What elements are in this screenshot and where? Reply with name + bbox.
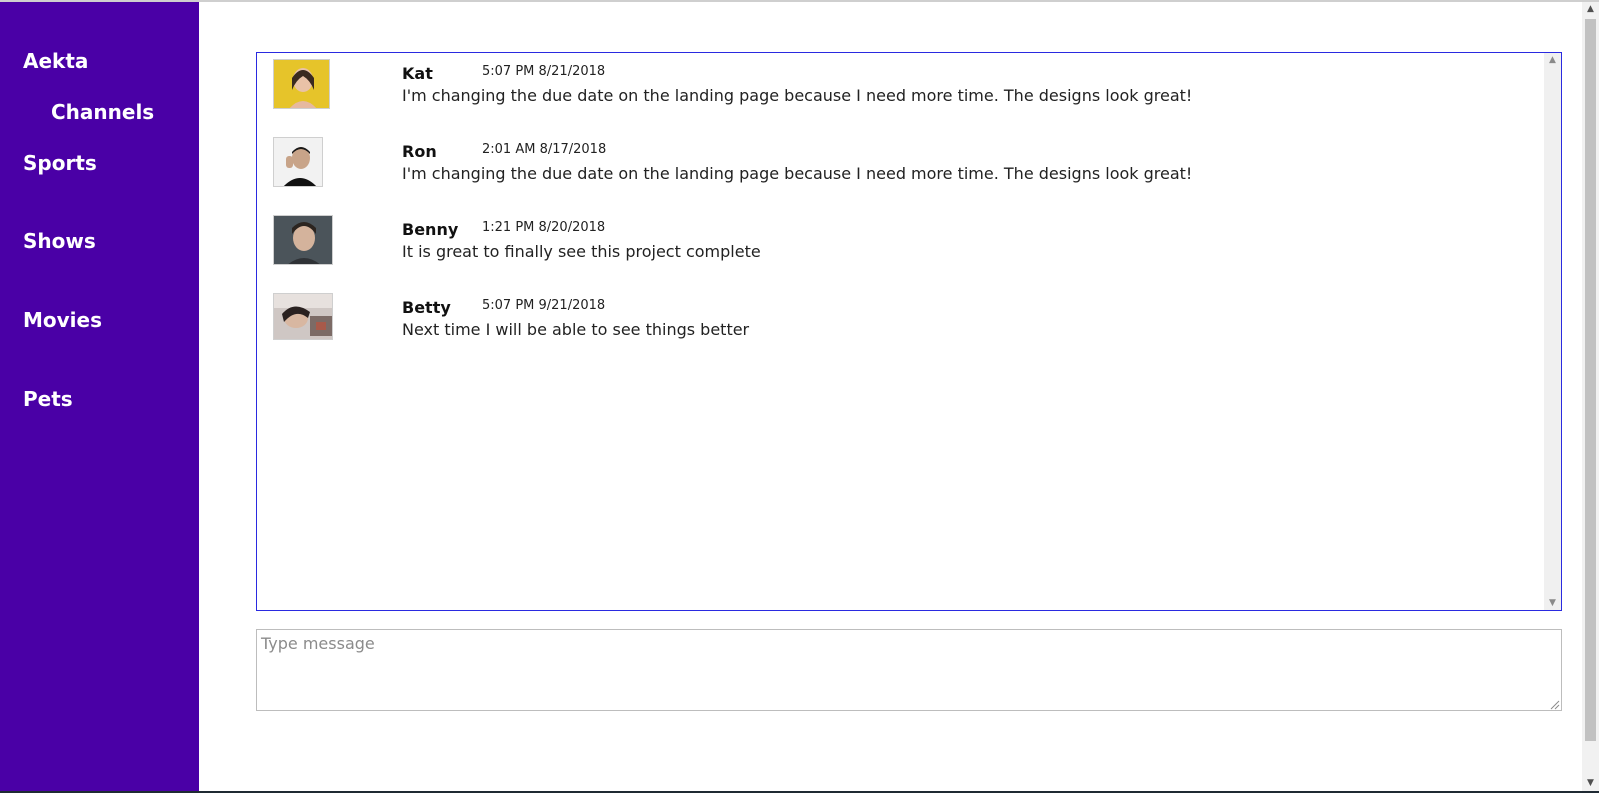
message-author: Kat <box>402 64 433 83</box>
top-border <box>0 0 1599 2</box>
message-item: Ron 2:01 AM 8/17/2018 I'm changing the d… <box>257 134 1537 204</box>
channel-item-pets[interactable]: Pets <box>23 387 73 411</box>
message-author: Benny <box>402 220 459 239</box>
channel-item-shows[interactable]: Shows <box>23 229 96 253</box>
scroll-up-arrow-icon[interactable]: ▲ <box>1544 53 1561 67</box>
message-timestamp: 2:01 AM 8/17/2018 <box>482 142 607 157</box>
message-text: I'm changing the due date on the landing… <box>402 164 1193 183</box>
channel-item-sports[interactable]: Sports <box>23 151 97 175</box>
message-timestamp: 5:07 PM 9/21/2018 <box>482 298 606 313</box>
message-input[interactable] <box>256 629 1562 711</box>
sidebar: Aekta Channels Sports Shows Movies Pets <box>0 2 199 791</box>
avatar-benny <box>273 215 333 265</box>
message-author: Ron <box>402 142 437 161</box>
page-scrollbar[interactable]: ▲ ▼ <box>1582 2 1599 791</box>
message-text: I'm changing the due date on the landing… <box>402 86 1193 105</box>
message-item: Betty 5:07 PM 9/21/2018 Next time I will… <box>257 290 1537 360</box>
avatar-betty <box>273 293 333 340</box>
page-scroll-down-icon[interactable]: ▼ <box>1582 776 1599 791</box>
message-item: Kat 5:07 PM 8/21/2018 I'm changing the d… <box>257 56 1537 126</box>
scroll-down-arrow-icon[interactable]: ▼ <box>1544 596 1561 610</box>
message-list[interactable]: Kat 5:07 PM 8/21/2018 I'm changing the d… <box>256 52 1562 611</box>
brand-title: Aekta <box>23 49 89 73</box>
message-timestamp: 5:07 PM 8/21/2018 <box>482 64 606 79</box>
channels-heading: Channels <box>51 100 155 124</box>
chat-app: Aekta Channels Sports Shows Movies Pets … <box>0 0 1599 793</box>
avatar-ron <box>273 137 323 187</box>
page-scroll-thumb[interactable] <box>1585 19 1596 741</box>
channel-item-movies[interactable]: Movies <box>23 308 102 332</box>
avatar-kat <box>273 59 330 109</box>
page-scroll-up-icon[interactable]: ▲ <box>1582 2 1599 17</box>
message-text: It is great to finally see this project … <box>402 242 761 261</box>
message-author: Betty <box>402 298 451 317</box>
message-item: Benny 1:21 PM 8/20/2018 It is great to f… <box>257 212 1537 282</box>
message-text: Next time I will be able to see things b… <box>402 320 750 339</box>
message-timestamp: 1:21 PM 8/20/2018 <box>482 220 606 235</box>
message-list-scrollbar[interactable]: ▲ ▼ <box>1544 53 1561 610</box>
resize-grip-icon[interactable] <box>1549 699 1560 710</box>
